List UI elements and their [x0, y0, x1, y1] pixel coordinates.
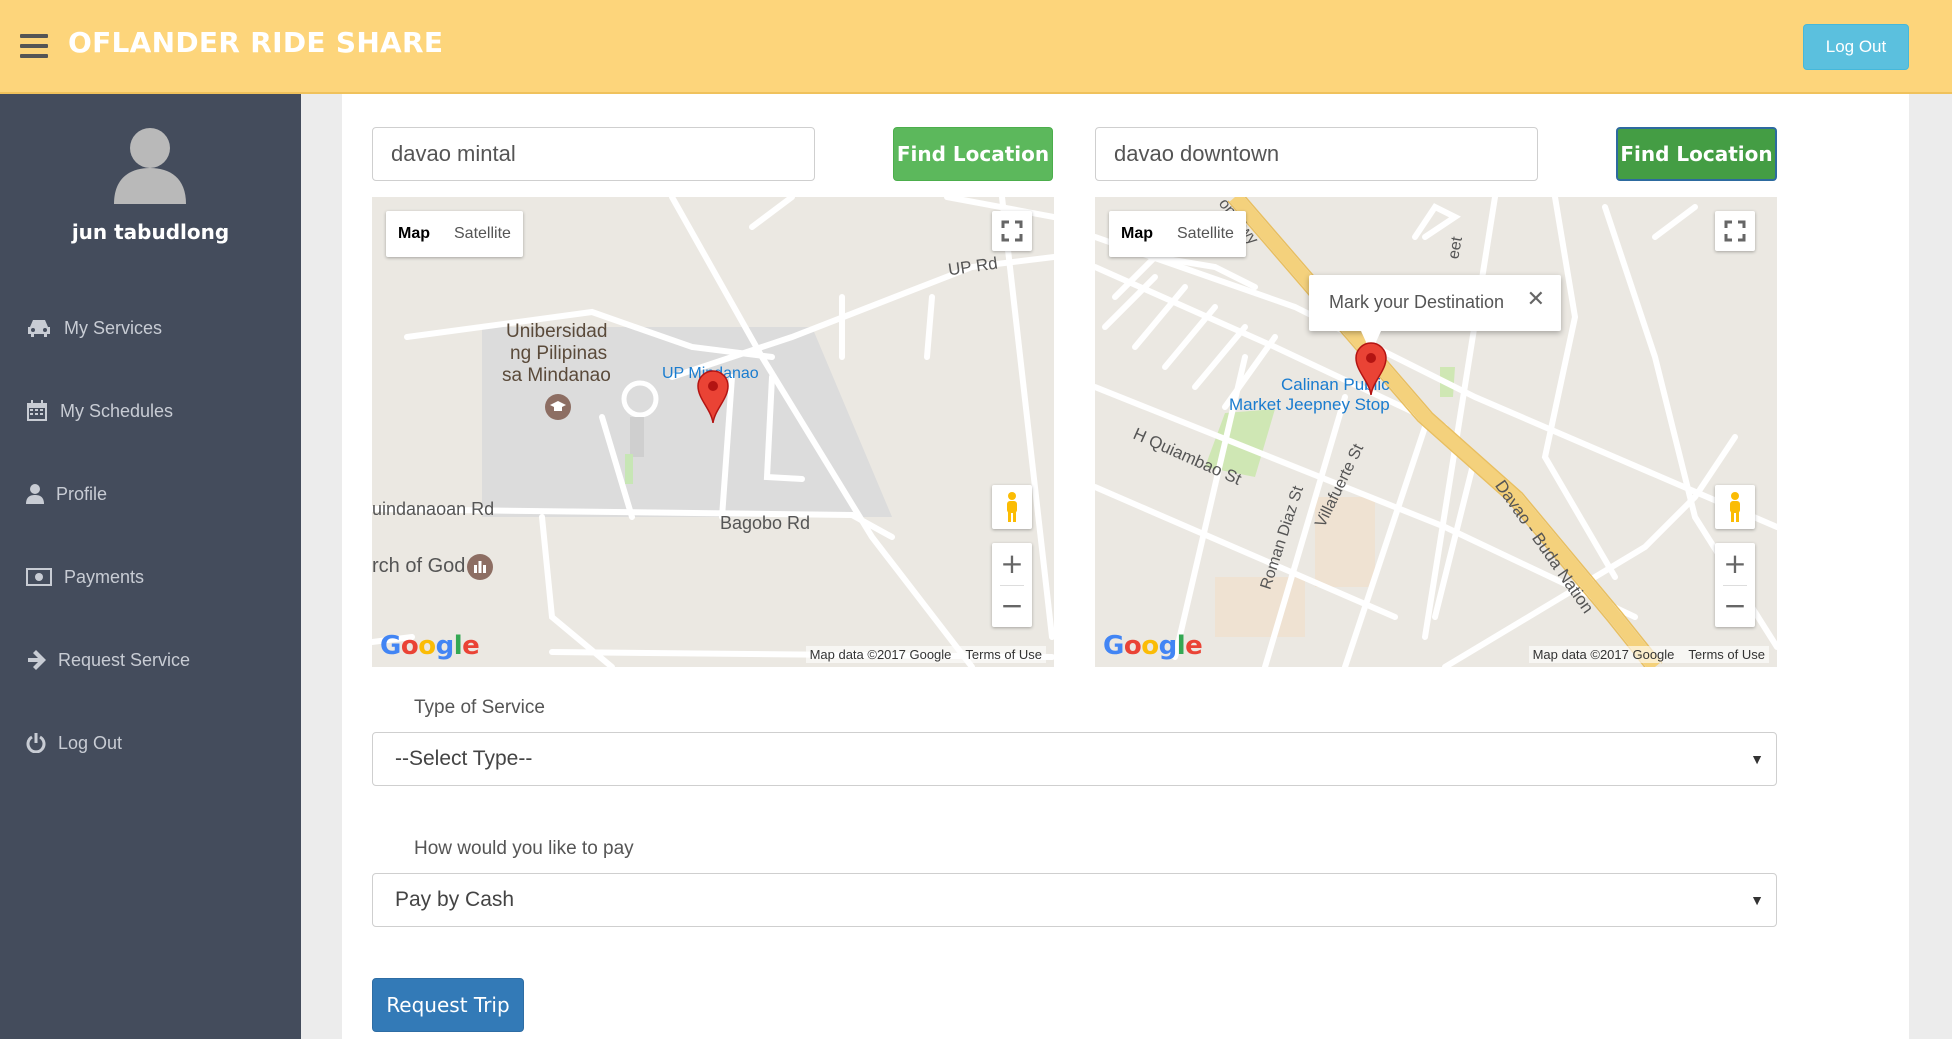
close-icon[interactable]: ✕ [1527, 287, 1545, 312]
google-logo: Google [1103, 631, 1203, 661]
google-logo: Google [380, 631, 480, 661]
app-title: OFLANDER RIDE SHARE [68, 26, 444, 59]
map-attribution: Map data ©2017 Google Terms of Use [805, 646, 1046, 663]
infowindow-text: Mark your Destination [1329, 292, 1505, 312]
map-data-text: Map data ©2017 Google [1532, 647, 1675, 662]
origin-map[interactable]: Unibersidad ng Pilipinas sa Mindanao UP … [372, 197, 1054, 667]
service-type-value: --Select Type-- [395, 747, 533, 770]
destination-location-pin-icon[interactable] [1354, 341, 1388, 395]
avatar-icon [114, 128, 186, 204]
map-data-text: Map data ©2017 Google [809, 647, 952, 662]
calendar-icon [27, 400, 47, 421]
find-destination-location-button[interactable]: Find Location [1616, 127, 1777, 181]
chevron-down-icon: ▼ [1750, 751, 1764, 767]
sidebar-item-profile[interactable]: Profile [26, 476, 107, 512]
map-type-satellite-button[interactable]: Satellite [1165, 211, 1246, 257]
hamburger-menu-icon[interactable] [20, 34, 48, 58]
sidebar-item-label: Profile [56, 483, 108, 504]
terms-of-use-link[interactable]: Terms of Use [1688, 647, 1765, 662]
car-icon [28, 320, 50, 337]
origin-zoom-control: + − [992, 543, 1032, 627]
school-marker-icon [545, 394, 571, 420]
fullscreen-icon[interactable] [992, 211, 1032, 251]
sidebar-item-label: Log Out [58, 732, 123, 753]
sidebar: jun tabudlong My Services My Schedules P… [0, 94, 301, 1039]
sidebar-item-my-services[interactable]: My Services [26, 310, 162, 346]
mark-destination-infowindow: Mark your Destination ✕ [1309, 275, 1561, 331]
request-trip-button[interactable]: Request Trip [372, 978, 524, 1032]
map-label-church-of-god: rch of God [372, 555, 466, 577]
map-label-street: eet [1445, 235, 1466, 261]
map-label-sa-mindanao: sa Mindanao [502, 365, 611, 386]
user-name: jun tabudlong [71, 220, 230, 244]
origin-search-input[interactable] [372, 127, 815, 181]
sidebar-item-label: My Schedules [60, 400, 174, 421]
map-label-unibersidad: Unibersidad [506, 321, 608, 342]
destination-zoom-control: + − [1715, 543, 1755, 627]
origin-location-pin-icon[interactable] [696, 369, 730, 423]
service-type-label: Type of Service [414, 697, 545, 718]
street-view-pegman-icon[interactable] [1715, 485, 1755, 529]
logout-button[interactable]: Log Out [1803, 24, 1909, 70]
map-label-ng-pilipinas: ng Pilipinas [510, 343, 608, 364]
payment-method-label: How would you like to pay [414, 838, 634, 859]
map-label-market-jeepney-stop: Market Jeepney Stop [1229, 395, 1390, 414]
sidebar-item-label: Request Service [58, 649, 191, 670]
zoom-in-icon[interactable]: + [1715, 543, 1755, 585]
map-attribution: Map data ©2017 Google Terms of Use [1528, 646, 1769, 663]
sidebar-item-payments[interactable]: Payments [26, 559, 144, 595]
sidebar-item-my-schedules[interactable]: My Schedules [26, 393, 173, 429]
sidebar-item-request-service[interactable]: Request Service [26, 642, 190, 678]
destination-search-input[interactable] [1095, 127, 1538, 181]
sidebar-item-logout[interactable]: Log Out [26, 725, 122, 761]
terms-of-use-link[interactable]: Terms of Use [965, 647, 1042, 662]
map-label-mindanaoan-rd: uindanaoan Rd [372, 499, 495, 519]
destination-map[interactable]: on Hwy eet Calinan Public Market Jeepney… [1095, 197, 1777, 667]
chevron-down-icon: ▼ [1750, 892, 1764, 908]
sidebar-item-label: Payments [64, 566, 145, 587]
zoom-out-icon[interactable]: − [1715, 585, 1755, 627]
sidebar-item-label: My Services [64, 317, 163, 338]
money-icon [26, 568, 52, 586]
map-type-map-button[interactable]: Map [386, 211, 442, 257]
church-marker-icon [467, 554, 493, 580]
user-icon [26, 484, 44, 504]
map-type-map-button[interactable]: Map [1109, 211, 1165, 257]
payment-method-select[interactable]: Pay by Cash ▼ [372, 873, 1777, 927]
top-navbar: OFLANDER RIDE SHARE Log Out [0, 0, 1952, 94]
destination-map-roads [1095, 197, 1777, 667]
zoom-in-icon[interactable]: + [992, 543, 1032, 585]
arrow-right-icon [28, 650, 46, 670]
map-label-bagobo-rd: Bagobo Rd [720, 513, 811, 533]
fullscreen-icon[interactable] [1715, 211, 1755, 251]
find-origin-location-button[interactable]: Find Location [893, 127, 1053, 181]
street-view-pegman-icon[interactable] [992, 485, 1032, 529]
map-type-satellite-button[interactable]: Satellite [442, 211, 523, 257]
origin-map-type-control: Map Satellite [386, 211, 523, 257]
payment-method-value: Pay by Cash [395, 888, 515, 911]
destination-map-type-control: Map Satellite [1109, 211, 1246, 257]
service-type-select[interactable]: --Select Type-- ▼ [372, 732, 1777, 786]
power-icon [26, 733, 46, 753]
zoom-out-icon[interactable]: − [992, 585, 1032, 627]
